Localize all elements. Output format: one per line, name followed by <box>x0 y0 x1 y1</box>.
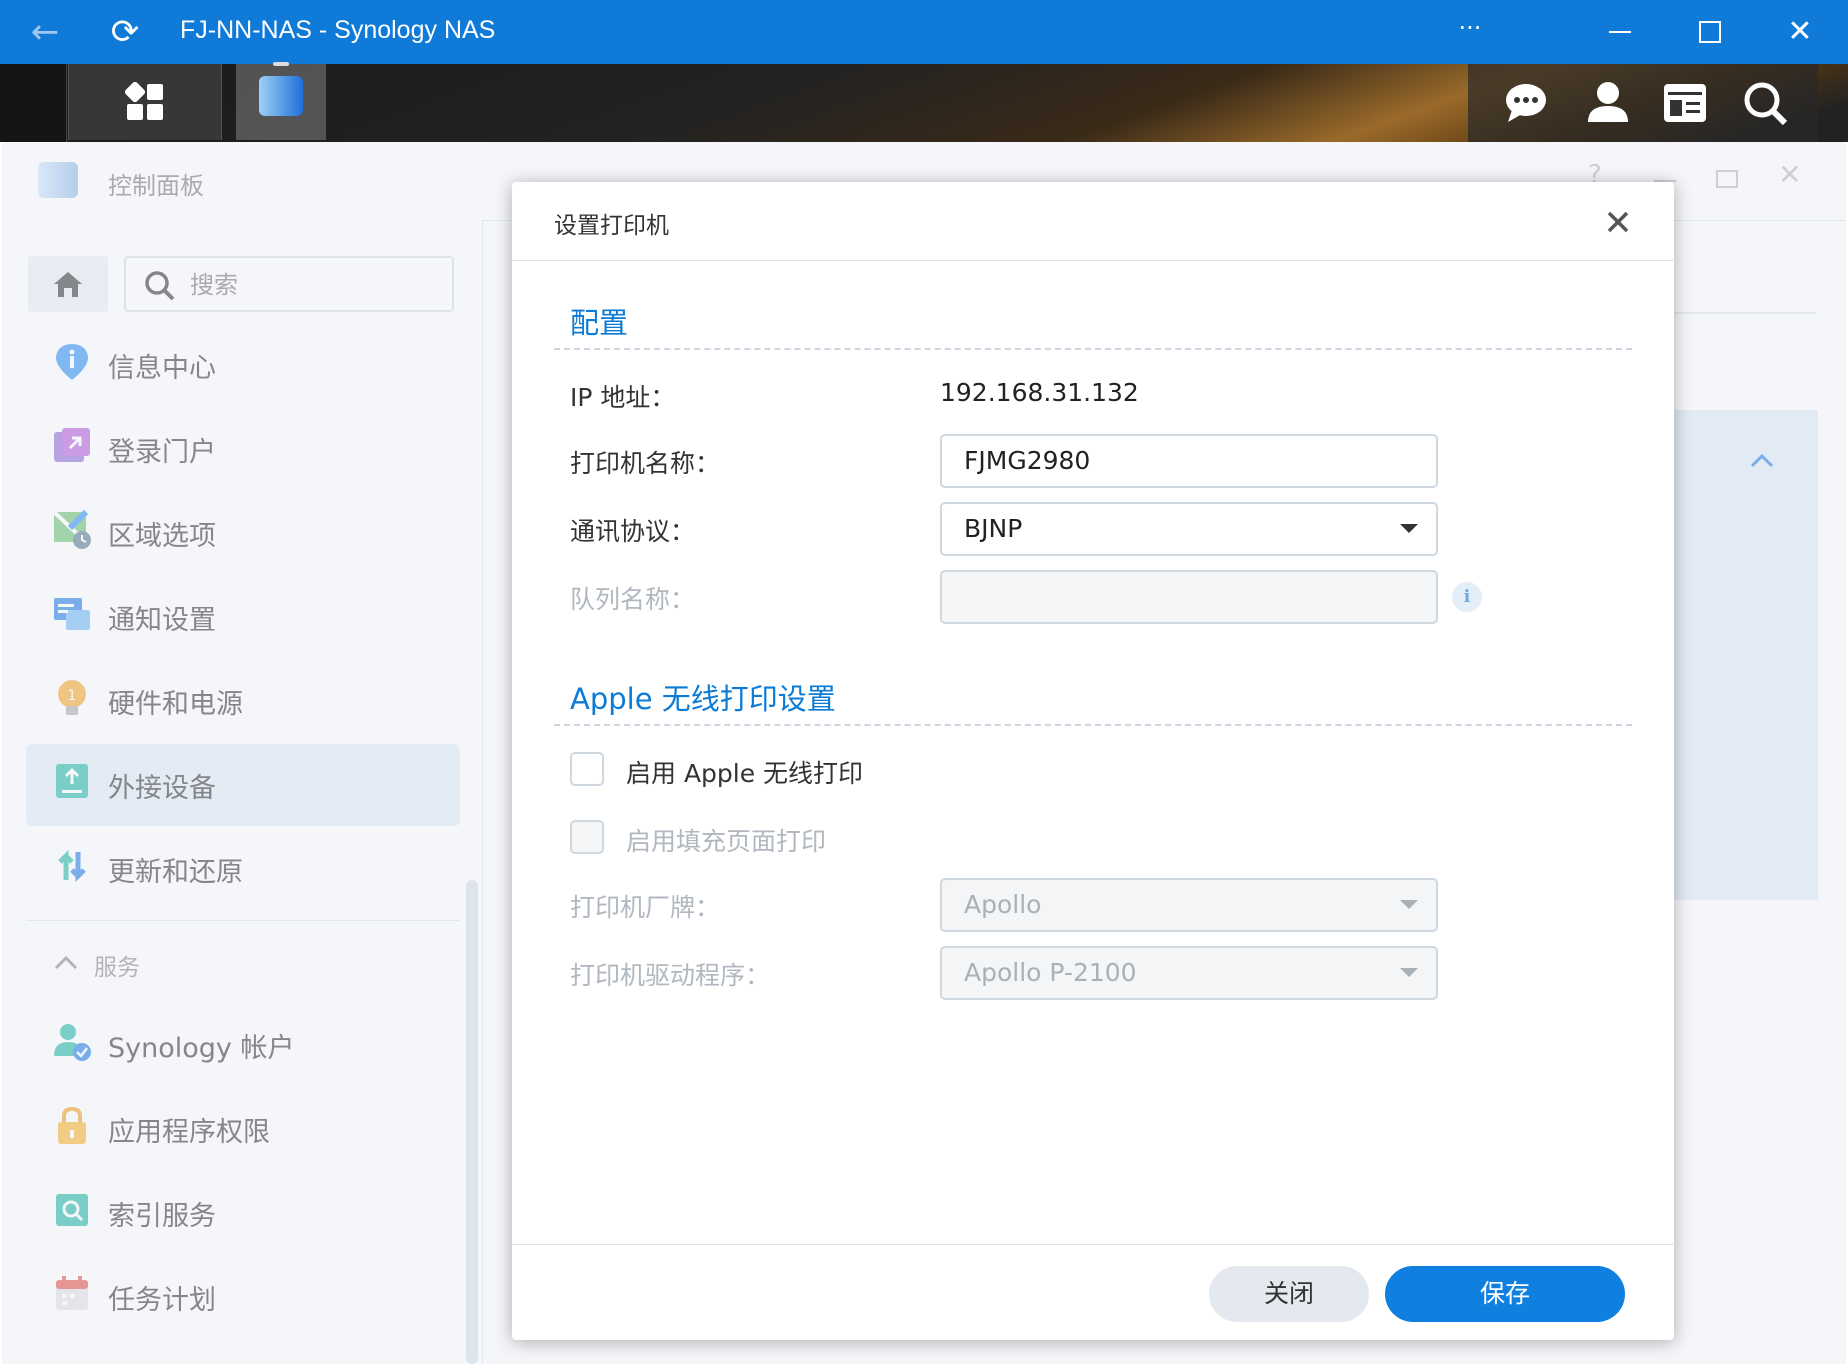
control-panel-task-button[interactable] <box>236 62 326 140</box>
printer-driver-label: 打印机驱动程序： <box>570 961 771 990</box>
dialog-header: 设置打印机 <box>512 182 1674 261</box>
printer-driver-value: Apollo P-2100 <box>964 958 1137 987</box>
search-icon[interactable] <box>1742 80 1788 126</box>
chevron-down-icon <box>1400 968 1418 977</box>
protocol-select[interactable]: BJNP <box>940 502 1438 556</box>
active-indicator <box>273 62 289 66</box>
ip-label: IP 地址： <box>570 383 676 412</box>
user-icon[interactable] <box>1586 80 1630 124</box>
maximize-icon[interactable] <box>1699 21 1721 43</box>
dialog-close-icon[interactable] <box>1606 210 1630 234</box>
taskbar-edge <box>0 64 67 142</box>
save-button[interactable]: 保存 <box>1385 1266 1625 1322</box>
queue-label: 队列名称： <box>570 585 696 614</box>
taskbar-tray <box>1468 64 1818 142</box>
widgets-icon[interactable] <box>1662 82 1708 124</box>
minimize-icon[interactable] <box>1609 31 1631 33</box>
dialog-footer-divider <box>512 1244 1674 1245</box>
config-section-title: 配置 <box>570 306 629 340</box>
section-divider <box>554 348 1632 350</box>
back-arrow-icon[interactable]: ← <box>20 0 70 64</box>
printer-brand-select[interactable]: Apollo <box>940 878 1438 932</box>
section-divider <box>554 724 1632 726</box>
more-icon[interactable]: ··· <box>1440 0 1500 60</box>
main-menu-icon <box>125 82 163 120</box>
printer-name-label: 打印机名称： <box>570 449 721 478</box>
info-icon[interactable]: i <box>1452 582 1482 612</box>
control-panel-task-icon <box>259 76 303 116</box>
printer-brand-value: Apollo <box>964 890 1042 919</box>
enable-fill-page-checkbox[interactable] <box>570 820 604 854</box>
protocol-value: BJNP <box>964 514 1023 543</box>
chevron-down-icon <box>1400 900 1418 909</box>
printer-name-field[interactable]: FJMG2980 <box>940 434 1438 488</box>
printer-settings-dialog: 设置打印机 配置 IP 地址： 192.168.31.132 打印机名称： FJ… <box>512 182 1674 1340</box>
enable-airprint-checkbox[interactable] <box>570 752 604 786</box>
enable-airprint-label: 启用 Apple 无线打印 <box>626 759 864 788</box>
apple-section-title: Apple 无线打印设置 <box>570 682 836 716</box>
ip-value: 192.168.31.132 <box>940 378 1139 407</box>
printer-brand-label: 打印机厂牌： <box>570 893 721 922</box>
enable-fill-page-label: 启用填充页面打印 <box>626 827 827 856</box>
protocol-label: 通讯协议： <box>570 517 696 546</box>
dialog-title: 设置打印机 <box>554 213 669 239</box>
chevron-down-icon <box>1400 524 1418 533</box>
browser-title: FJ-NN-NAS - Synology NAS <box>180 16 496 44</box>
printer-driver-select[interactable]: Apollo P-2100 <box>940 946 1438 1000</box>
chat-icon[interactable] <box>1504 82 1548 124</box>
main-menu-button[interactable] <box>68 64 222 140</box>
close-icon[interactable]: ✕ <box>1780 0 1820 64</box>
close-button[interactable]: 关闭 <box>1209 1266 1369 1322</box>
queue-name-field[interactable] <box>940 570 1438 624</box>
refresh-icon[interactable]: ⟳ <box>100 0 150 64</box>
dsm-taskbar <box>0 62 1848 142</box>
browser-title-bar: ← ⟳ FJ-NN-NAS - Synology NAS ··· ✕ <box>0 0 1848 64</box>
